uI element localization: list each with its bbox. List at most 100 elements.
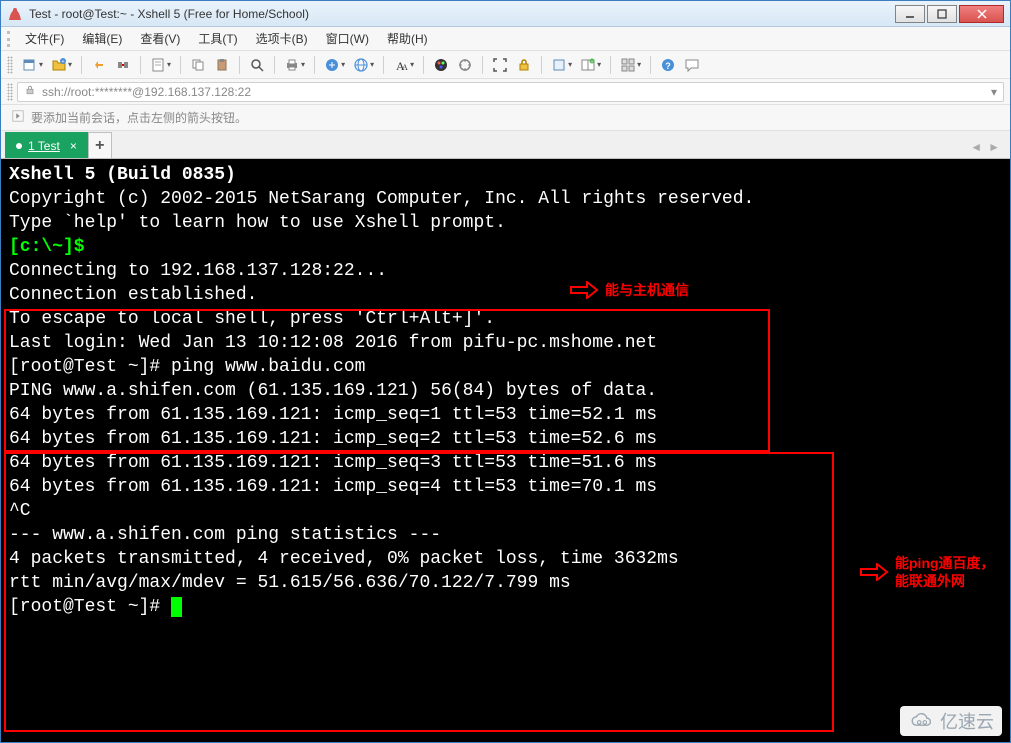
cloud-icon — [908, 712, 936, 730]
separator-icon — [239, 56, 240, 74]
term-prompt-2: [root@Test ~]# — [9, 597, 171, 617]
app-window: Test - root@Test:~ - Xshell 5 (Free for … — [0, 0, 1011, 743]
color-scheme-button[interactable] — [430, 54, 452, 76]
address-bar: ssh://root:********@192.168.137.128:22 ▾ — [1, 79, 1010, 105]
find-button[interactable] — [246, 54, 268, 76]
tab-close-icon[interactable]: × — [70, 139, 77, 153]
annotation-1-text: 能与主机通信 — [605, 280, 689, 300]
menu-file[interactable]: 文件(F) — [17, 28, 72, 49]
term-line: PING www.a.shifen.com (61.135.169.121) 5… — [9, 379, 1002, 403]
term-prompt: [c:\~]$ — [9, 237, 85, 257]
new-session-button[interactable]: ▾ — [19, 54, 46, 76]
separator-icon — [81, 56, 82, 74]
svg-text:+: + — [62, 59, 65, 65]
term-line: Xshell 5 (Build 0835) — [9, 163, 1002, 187]
address-field[interactable]: ssh://root:********@192.168.137.128:22 ▾ — [17, 82, 1004, 102]
svg-text:A: A — [402, 63, 408, 72]
separator-icon — [140, 56, 141, 74]
term-line: Type `help' to learn how to use Xshell p… — [9, 211, 1002, 235]
toolbar-grip-icon — [7, 56, 13, 74]
menu-view[interactable]: 查看(V) — [132, 28, 188, 49]
term-line: Last login: Wed Jan 13 10:12:08 2016 fro… — [9, 331, 1002, 355]
info-text: 要添加当前会话，点击左侧的箭头按钮。 — [31, 109, 247, 126]
separator-icon — [610, 56, 611, 74]
term-line: 64 bytes from 61.135.169.121: icmp_seq=4… — [9, 475, 1002, 499]
annotation-2-line1: 能ping通百度， — [895, 554, 995, 572]
disconnect-button[interactable] — [112, 54, 134, 76]
term-line: Connecting to 192.168.137.128:22... — [9, 259, 1002, 283]
paste-button[interactable] — [211, 54, 233, 76]
tab-nav: ◄ ► — [970, 140, 1006, 158]
term-line: rtt min/avg/max/mdev = 51.615/56.636/70.… — [9, 571, 1002, 595]
tab-next-icon[interactable]: ► — [988, 140, 1000, 154]
annotation-2: 能ping通百度， 能联通外网 — [859, 554, 995, 590]
globe-button[interactable]: ▾ — [350, 54, 377, 76]
dropdown-icon[interactable]: ▾ — [991, 85, 997, 99]
lock-button[interactable] — [513, 54, 535, 76]
open-button[interactable]: +▾ — [48, 54, 75, 76]
window-title: Test - root@Test:~ - Xshell 5 (Free for … — [29, 7, 893, 21]
cursor-icon — [171, 597, 182, 617]
separator-icon — [650, 56, 651, 74]
term-line: 64 bytes from 61.135.169.121: icmp_seq=2… — [9, 427, 1002, 451]
watermark-text: 亿速云 — [940, 708, 994, 734]
font-button[interactable]: AA▾ — [390, 54, 417, 76]
menu-bar: 文件(F) 编辑(E) 查看(V) 工具(T) 选项卡(B) 窗口(W) 帮助(… — [1, 27, 1010, 51]
lock-icon — [24, 84, 36, 99]
arrow-right-icon — [859, 563, 889, 581]
separator-icon — [423, 56, 424, 74]
menu-edit[interactable]: 编辑(E) — [74, 28, 130, 49]
minimize-button[interactable] — [895, 5, 925, 23]
plus-icon: + — [95, 137, 104, 155]
transparent-button[interactable]: ▾ — [548, 54, 575, 76]
properties-button[interactable]: ▾ — [147, 54, 174, 76]
info-bar: 要添加当前会话，点击左侧的箭头按钮。 — [1, 105, 1010, 131]
copy-button[interactable] — [187, 54, 209, 76]
term-line: Connection established. — [9, 283, 1002, 307]
arrow-right-icon — [569, 281, 599, 299]
term-line: To escape to local shell, press 'Ctrl+Al… — [9, 307, 1002, 331]
xftp-button[interactable]: ▾ — [321, 54, 348, 76]
arrow-right-icon[interactable] — [11, 109, 25, 126]
menu-tab[interactable]: 选项卡(B) — [248, 28, 316, 49]
layout-button[interactable]: +▾ — [577, 54, 604, 76]
maximize-button[interactable] — [927, 5, 957, 23]
term-line: 64 bytes from 61.135.169.121: icmp_seq=3… — [9, 451, 1002, 475]
term-line: --- www.a.shifen.com ping statistics --- — [9, 523, 1002, 547]
menu-help[interactable]: 帮助(H) — [379, 28, 436, 49]
tab-strip: 1 Test × + ◄ ► — [1, 131, 1010, 159]
separator-icon — [383, 56, 384, 74]
term-line: ^C — [9, 499, 1002, 523]
fullscreen-button[interactable] — [489, 54, 511, 76]
menu-window[interactable]: 窗口(W) — [318, 28, 377, 49]
separator-icon — [180, 56, 181, 74]
separator-icon — [482, 56, 483, 74]
svg-text:?: ? — [665, 61, 671, 71]
tab-prev-icon[interactable]: ◄ — [970, 140, 982, 154]
term-line: 64 bytes from 61.135.169.121: icmp_seq=1… — [9, 403, 1002, 427]
window-controls — [893, 5, 1004, 23]
tab-session-1[interactable]: 1 Test × — [5, 132, 88, 158]
term-line: [root@Test ~]# ping www.baidu.com — [9, 355, 1002, 379]
close-button[interactable] — [959, 5, 1004, 23]
reconnect-button[interactable] — [88, 54, 110, 76]
menu-grip-icon — [7, 31, 15, 47]
help-button[interactable]: ? — [657, 54, 679, 76]
term-line: 4 packets transmitted, 4 received, 0% pa… — [9, 547, 1002, 571]
separator-icon — [314, 56, 315, 74]
print-button[interactable]: ▾ — [281, 54, 308, 76]
address-text: ssh://root:********@192.168.137.128:22 — [42, 85, 251, 99]
menu-tools[interactable]: 工具(T) — [190, 28, 245, 49]
title-bar: Test - root@Test:~ - Xshell 5 (Free for … — [1, 1, 1010, 27]
annotation-2-line2: 能联通外网 — [895, 572, 995, 590]
terminal-pane[interactable]: Xshell 5 (Build 0835) Copyright (c) 2002… — [1, 159, 1010, 742]
tab-add-button[interactable]: + — [88, 132, 112, 158]
separator-icon — [541, 56, 542, 74]
separator-icon — [274, 56, 275, 74]
main-toolbar: ▾ +▾ ▾ ▾ ▾ ▾ AA▾ ▾ +▾ ▾ ? — [1, 51, 1010, 79]
tab-label: 1 Test — [28, 139, 60, 153]
app-icon — [7, 6, 23, 22]
tile-button[interactable]: ▾ — [617, 54, 644, 76]
chat-button[interactable] — [681, 54, 703, 76]
highlight-button[interactable] — [454, 54, 476, 76]
